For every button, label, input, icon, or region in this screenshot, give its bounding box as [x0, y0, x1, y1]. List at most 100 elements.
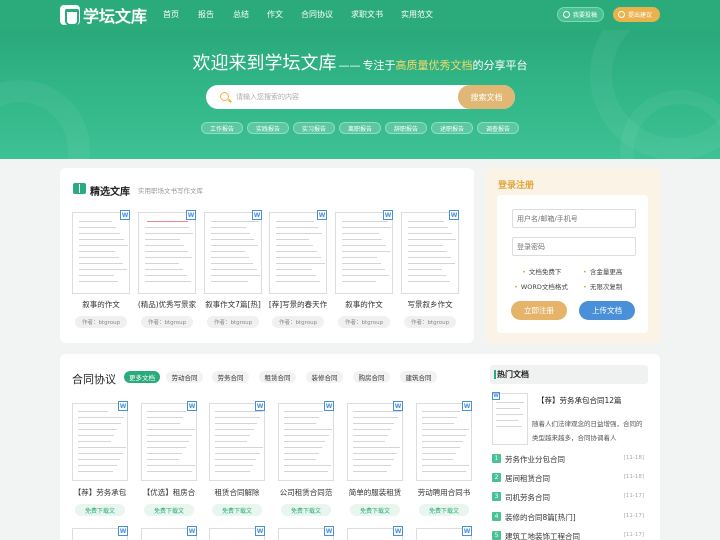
register-button[interactable]: 立即注册	[511, 301, 567, 320]
tab-building-contract[interactable]: 建筑合同	[400, 371, 437, 383]
free-download-button[interactable]: 免费下载文	[212, 504, 262, 516]
hero-subtitle-prefix: 专注于	[362, 59, 396, 72]
hero-title-main: 欢迎来到学坛文库	[192, 53, 337, 74]
tag-work-report[interactable]: 工作报告	[200, 122, 243, 134]
search-button[interactable]: 搜索文档	[458, 85, 515, 109]
doc-title[interactable]: [荐]写景的春天作	[267, 299, 329, 310]
doc-title[interactable]: 叙事的作文	[333, 299, 395, 310]
doc-title[interactable]: 【荐】劳务承包	[69, 487, 131, 498]
free-download-button[interactable]: 免费下载文	[144, 504, 194, 516]
upload-button[interactable]: 上传文档	[579, 301, 635, 320]
doc-thumbnail[interactable]	[138, 212, 196, 294]
nav-item-summary[interactable]: 总结	[233, 9, 249, 20]
doc-title[interactable]: 租赁合同解除	[206, 487, 268, 498]
username-input[interactable]	[512, 209, 636, 228]
doc-thumbnail[interactable]	[209, 403, 265, 481]
hot-doc-title[interactable]: 居间租赁合同	[505, 473, 550, 484]
hot-doc-item[interactable]: 2 居间租赁合同 [11-18]	[492, 472, 648, 484]
login-title: 登录注册	[498, 181, 535, 191]
tab-labor-contract[interactable]: 劳动合同	[166, 371, 203, 383]
suggest-button[interactable]: 提出建议	[613, 7, 660, 22]
hero-deco-circle	[0, 80, 90, 159]
tag-leave-report[interactable]: 离职报告	[338, 122, 381, 134]
doc-thumbnail[interactable]	[416, 403, 472, 481]
nav-item-essay[interactable]: 作文	[267, 9, 283, 20]
hero-title-dash: ——	[338, 59, 361, 72]
free-download-button[interactable]: 免费下载文	[419, 504, 469, 516]
hero-tags: 工作报告 实践报告 实习报告 离职报告 辞职报告 述职报告 调查报告	[0, 122, 720, 134]
tab-decoration-contract[interactable]: 装修合同	[306, 371, 343, 383]
doc-title[interactable]: (精品)优秀写景家	[136, 299, 198, 310]
word-doc-icon: W	[462, 401, 472, 411]
word-doc-icon: W	[186, 210, 196, 220]
hot-doc-title[interactable]: 装修的合同8篇[热门]	[505, 512, 576, 523]
doc-thumbnail[interactable]	[72, 212, 130, 294]
doc-title[interactable]: 叙事的作文	[70, 299, 132, 310]
hot-featured-title[interactable]: 【荐】劳务承包合同12篇	[537, 395, 622, 406]
free-download-button[interactable]: 免费下载文	[281, 504, 331, 516]
word-doc-icon: W	[118, 526, 128, 536]
word-doc-icon: W	[118, 401, 128, 411]
hot-doc-item[interactable]: 3 司机劳务合同 [11-17]	[492, 491, 648, 503]
submit-button[interactable]: 我要投稿	[557, 7, 604, 22]
doc-author: 作者：btgroup	[338, 316, 390, 328]
doc-thumbnail[interactable]	[204, 212, 262, 294]
more-docs-button[interactable]: 更多文档	[124, 371, 160, 383]
feature-quality: 含金量更高	[583, 266, 623, 276]
hot-doc-item[interactable]: 4 装修的合同8篇[热门] [11-17]	[492, 511, 648, 523]
hot-featured-thumb[interactable]	[492, 393, 528, 445]
doc-thumbnail[interactable]	[72, 403, 128, 481]
doc-thumbnail[interactable]	[347, 403, 403, 481]
word-doc-icon: W	[462, 526, 472, 536]
doc-thumbnail[interactable]	[141, 403, 197, 481]
submit-label: 我要投稿	[572, 12, 597, 19]
hot-doc-title[interactable]: 劳务作业分包合同	[505, 454, 565, 465]
tag-debrief-report[interactable]: 述职报告	[431, 122, 474, 134]
doc-author: 作者：btgroup	[75, 316, 127, 328]
word-doc-icon: W	[252, 210, 262, 220]
search-icon	[220, 92, 229, 101]
hot-rank-badge: 4	[492, 512, 501, 521]
nav-item-job[interactable]: 求职文书	[351, 9, 383, 20]
password-input[interactable]	[512, 237, 636, 256]
tag-practice-report[interactable]: 实践报告	[246, 122, 289, 134]
free-download-button[interactable]: 免费下载文	[350, 504, 400, 516]
hot-doc-item[interactable]: 1 劳务作业分包合同 [11-18]	[492, 453, 648, 465]
tag-survey-report[interactable]: 调查报告	[477, 122, 520, 134]
word-doc-icon: W	[317, 210, 327, 220]
doc-title[interactable]: 简单的服装租赁	[344, 487, 406, 498]
doc-thumbnail[interactable]	[401, 212, 459, 294]
tab-house-contract[interactable]: 购房合同	[353, 371, 390, 383]
hot-doc-item[interactable]: 5 建筑工地装饰工程合同 [11-17]	[492, 530, 648, 540]
nav-item-report[interactable]: 报告	[198, 9, 214, 20]
hot-rank-badge: 5	[492, 531, 501, 540]
doc-thumbnail[interactable]	[278, 403, 334, 481]
site-logo[interactable]: 学坛文库	[60, 4, 147, 26]
nav-item-contract[interactable]: 合同协议	[301, 9, 333, 20]
book-icon	[73, 183, 86, 194]
free-download-button[interactable]: 免费下载文	[75, 504, 125, 516]
hot-doc-title[interactable]: 建筑工地装饰工程合同	[505, 531, 580, 540]
doc-title[interactable]: 叙事作文7篇[热]	[202, 299, 264, 310]
tag-internship-report[interactable]: 实习报告	[292, 122, 335, 134]
tab-service-contract[interactable]: 劳务合同	[212, 371, 249, 383]
bulb-icon	[563, 11, 570, 18]
tag-resign-report[interactable]: 辞职报告	[385, 122, 428, 134]
top-nav: 学坛文库 首页 报告 总结 作文 合同协议 求职文书 实用范文 我要投稿 提出建…	[0, 0, 720, 30]
doc-title[interactable]: 写景叙乡作文	[399, 299, 461, 310]
doc-title[interactable]: 劳动聘用合同书	[413, 487, 475, 498]
hot-doc-title[interactable]: 司机劳务合同	[505, 492, 550, 503]
feature-free: 文档免费下	[522, 266, 562, 276]
nav-item-practical[interactable]: 实用范文	[401, 9, 433, 20]
hot-rank-badge: 2	[492, 473, 501, 482]
doc-thumbnail[interactable]	[269, 212, 327, 294]
doc-thumbnail[interactable]	[335, 212, 393, 294]
doc-title[interactable]: 【优选】租房合	[138, 487, 200, 498]
doc-title[interactable]: 公司租赁合同范	[275, 487, 337, 498]
word-doc-icon: W	[187, 401, 197, 411]
suggest-icon	[618, 11, 625, 18]
hot-doc-date: [11-17]	[623, 513, 644, 519]
tab-lease-contract[interactable]: 租赁合同	[259, 371, 296, 383]
search-input[interactable]	[236, 89, 456, 105]
nav-item-home[interactable]: 首页	[163, 9, 179, 20]
